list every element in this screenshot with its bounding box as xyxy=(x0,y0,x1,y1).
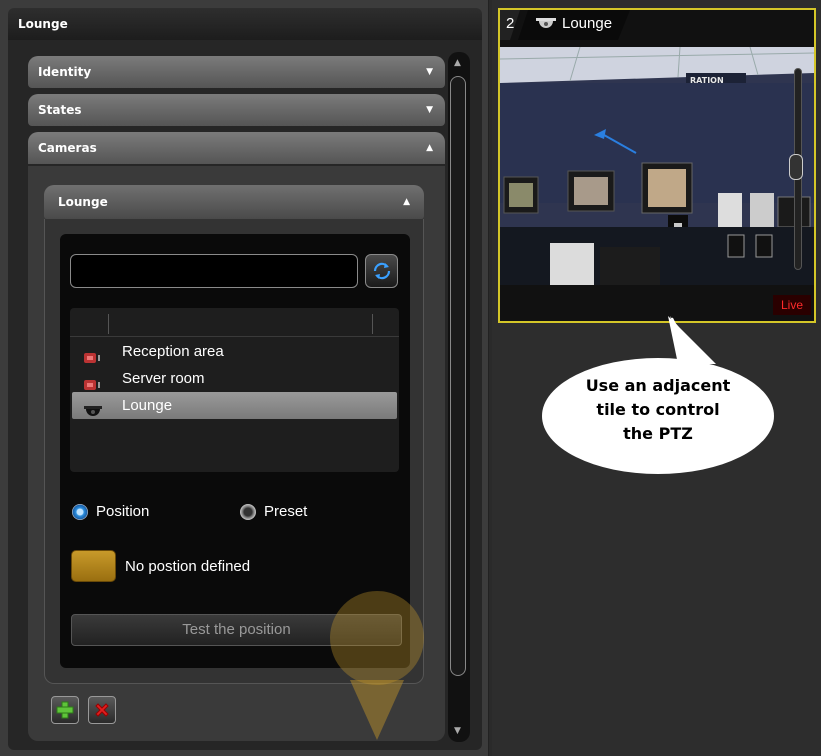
camera-list[interactable]: Reception area Server room Lounge xyxy=(70,308,399,472)
plus-icon xyxy=(56,701,74,719)
vertical-scrollbar[interactable]: ▲ ▼ xyxy=(448,52,470,742)
preset-radio[interactable] xyxy=(240,504,256,520)
chevron-down-icon: ▼ xyxy=(426,67,433,77)
column-divider xyxy=(372,314,373,334)
list-item-label: Reception area xyxy=(122,343,224,360)
add-button[interactable] xyxy=(51,696,79,724)
list-item-label: Server room xyxy=(122,370,205,387)
panel-title: Lounge xyxy=(8,8,482,40)
section-identity-label: Identity xyxy=(38,65,92,79)
position-set-button[interactable] xyxy=(71,550,116,582)
section-identity[interactable]: Identity ▼ xyxy=(28,56,445,88)
list-item-lounge[interactable]: Lounge xyxy=(72,392,397,419)
camera-search-input[interactable] xyxy=(70,254,358,288)
camera-card-header[interactable]: Lounge ▲ xyxy=(44,185,424,219)
camera-card-title: Lounge xyxy=(58,195,108,209)
tile-number: 2 xyxy=(506,15,515,32)
callout-text: Use an adjacent tile to control the PTZ xyxy=(548,374,768,446)
video-tile[interactable]: 2 Lounge RATION Live xyxy=(498,8,816,323)
pointer-pin-overlay xyxy=(330,591,424,740)
callout-line: the PTZ xyxy=(623,424,693,443)
scrollbar-thumb[interactable] xyxy=(450,76,466,676)
chevron-up-icon: ▲ xyxy=(426,143,433,153)
ptz-dome-camera-icon xyxy=(536,18,556,28)
column-divider xyxy=(108,314,109,334)
callout-line: tile to control xyxy=(596,400,720,419)
list-item-reception-area[interactable]: Reception area xyxy=(72,338,397,365)
chevron-up-icon: ▲ xyxy=(403,197,410,207)
refresh-button[interactable] xyxy=(365,254,398,288)
list-item-server-room[interactable]: Server room xyxy=(72,365,397,392)
position-status-text: No postion defined xyxy=(125,558,251,575)
section-states[interactable]: States ▼ xyxy=(28,94,445,126)
position-radio[interactable] xyxy=(72,504,88,520)
scroll-down-arrow-icon[interactable]: ▼ xyxy=(454,726,461,736)
delete-x-icon xyxy=(95,703,109,717)
delete-button[interactable] xyxy=(88,696,116,724)
live-badge: Live xyxy=(773,295,811,315)
ptz-dome-camera-icon xyxy=(84,400,102,427)
camera-list-header xyxy=(70,308,399,337)
callout-line: Use an adjacent xyxy=(585,376,731,395)
live-video-feed[interactable]: RATION xyxy=(500,47,814,285)
list-item-label: Lounge xyxy=(122,397,173,414)
position-radio-label: Position xyxy=(96,503,150,520)
scroll-up-arrow-icon[interactable]: ▲ xyxy=(454,58,461,68)
tile-camera-name: Lounge xyxy=(562,15,613,32)
section-cameras-label: Cameras xyxy=(38,141,97,155)
refresh-icon xyxy=(373,262,390,280)
section-states-label: States xyxy=(38,103,82,117)
chevron-down-icon: ▼ xyxy=(426,105,433,115)
preset-radio-label: Preset xyxy=(264,503,308,520)
zoom-slider-thumb[interactable] xyxy=(789,154,803,180)
section-cameras[interactable]: Cameras ▲ xyxy=(28,132,445,164)
